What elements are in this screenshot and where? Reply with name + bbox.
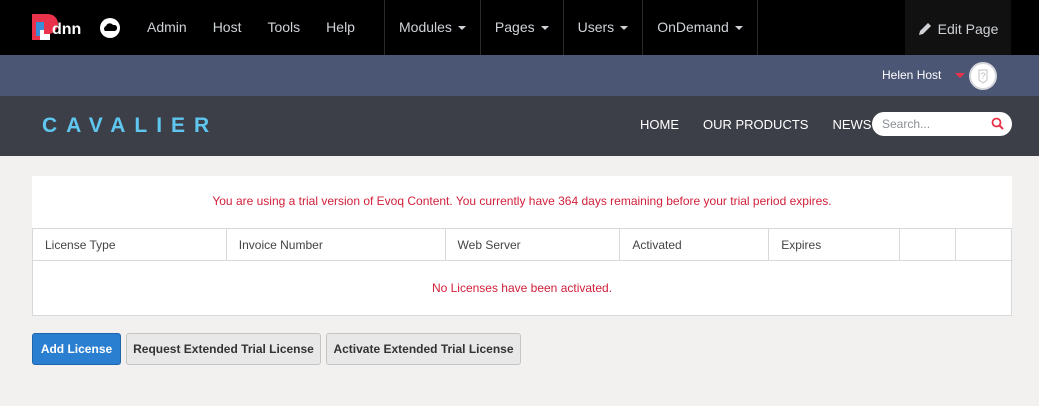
search-icon[interactable] [991, 117, 1004, 130]
chevron-down-icon [620, 26, 629, 31]
help-link[interactable]: Help [313, 0, 368, 55]
site-search [872, 112, 1012, 136]
column-action-1 [899, 228, 956, 261]
user-bar: Helen Host ? [0, 55, 1039, 96]
pencil-icon [918, 23, 931, 35]
license-table: License Type Invoice Number Web Server A… [32, 228, 1012, 316]
svg-text:?: ? [980, 71, 985, 81]
column-activated: Activated [619, 228, 770, 261]
table-row: No Licenses have been activated. [32, 260, 1012, 316]
chevron-down-icon [540, 26, 549, 31]
license-panel: You are using a trial version of Evoq Co… [32, 176, 1012, 316]
users-menu[interactable]: Users [562, 0, 643, 55]
user-menu-caret-icon[interactable] [955, 73, 965, 78]
request-extended-trial-button[interactable]: Request Extended Trial License [126, 333, 321, 365]
add-license-button[interactable]: Add License [32, 333, 121, 365]
table-header-row: License Type Invoice Number Web Server A… [32, 228, 1012, 261]
host-link[interactable]: Host [200, 0, 255, 55]
site-brand-logo[interactable]: CAVALIER [42, 96, 218, 156]
search-input[interactable] [882, 115, 987, 133]
tools-link[interactable]: Tools [254, 0, 313, 55]
pages-menu-label: Pages [494, 19, 535, 35]
edit-page-label: Edit Page [937, 21, 999, 37]
username-link[interactable]: Helen Host [882, 55, 941, 96]
admin-menus: Modules Pages Users OnDemand [384, 0, 758, 55]
site-header: CAVALIER HOME OUR PRODUCTS NEWS [0, 96, 1039, 156]
column-action-2 [955, 228, 1012, 261]
site-nav: HOME OUR PRODUCTS NEWS [628, 96, 883, 154]
activate-extended-trial-button[interactable]: Activate Extended Trial License [326, 333, 521, 365]
logo-wordmark: dnn [52, 21, 81, 38]
user-placeholder-icon: ? [978, 69, 988, 84]
admin-link[interactable]: Admin [134, 0, 200, 55]
nav-home[interactable]: HOME [628, 96, 691, 154]
users-menu-label: Users [577, 19, 615, 35]
ondemand-menu[interactable]: OnDemand [642, 0, 758, 55]
admin-links: Admin Host Tools Help [134, 0, 368, 55]
column-license-type: License Type [32, 228, 227, 261]
nav-our-products[interactable]: OUR PRODUCTS [691, 96, 820, 154]
chevron-down-icon [457, 26, 466, 31]
admin-toolbar: dnn Admin Host Tools Help Modules Pages … [0, 0, 1039, 55]
trial-message: You are using a trial version of Evoq Co… [212, 194, 832, 208]
dnn-logo[interactable]: dnn [30, 12, 124, 44]
ondemand-menu-label: OnDemand [657, 19, 729, 35]
modules-menu[interactable]: Modules [384, 0, 480, 55]
column-expires: Expires [768, 228, 901, 261]
chevron-down-icon [734, 26, 743, 31]
column-web-server: Web Server [444, 228, 621, 261]
edit-page-button[interactable]: Edit Page [905, 0, 1011, 55]
dnn-logo-icon: dnn [32, 14, 120, 40]
pages-menu[interactable]: Pages [479, 0, 563, 55]
empty-message: No Licenses have been activated. [32, 260, 1012, 316]
modules-menu-label: Modules [399, 19, 452, 35]
column-invoice-number: Invoice Number [225, 228, 446, 261]
avatar[interactable]: ? [969, 62, 997, 90]
